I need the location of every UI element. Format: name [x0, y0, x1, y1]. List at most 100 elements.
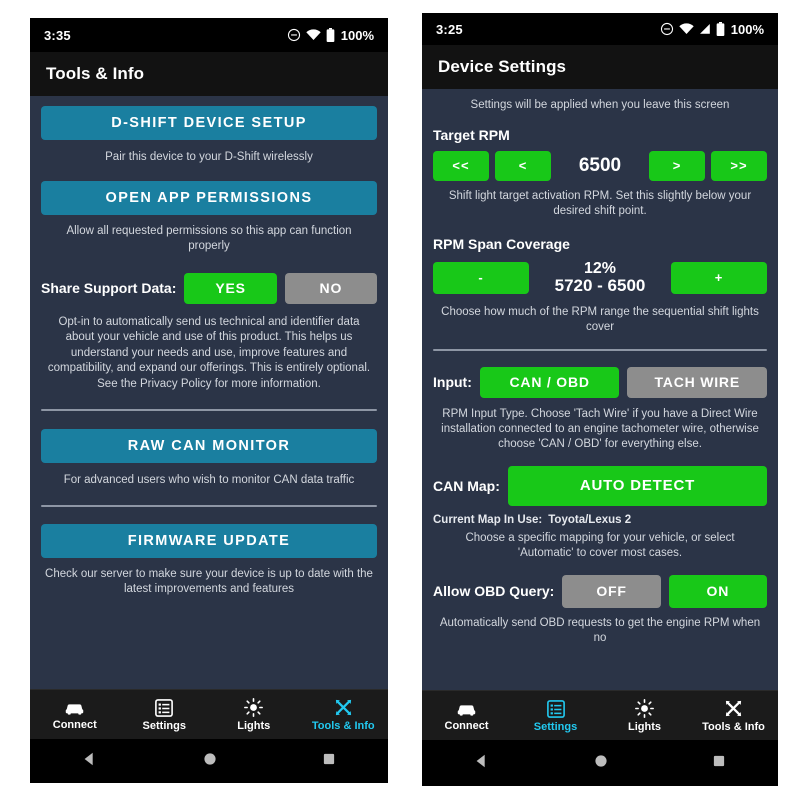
can-map-hint: Choose a specific mapping for your vehic…: [465, 531, 735, 559]
right-battery-percent: 100%: [730, 21, 764, 37]
right-status-bar: 3:25 100%: [422, 13, 778, 45]
dnd-icon: [660, 22, 674, 36]
left-screen-content: D-SHIFT DEVICE SETUP Pair this device to…: [30, 96, 388, 689]
allow-obd-query-off-button[interactable]: OFF: [562, 574, 661, 608]
right-android-nav-bar: [422, 740, 778, 786]
can-map-row: CAN Map: AUTO DETECT: [433, 465, 767, 506]
device-setup-hint: Pair this device to your D-Shift wireles…: [105, 151, 313, 163]
target-rpm-fast-decrease-button[interactable]: <<: [433, 150, 489, 181]
dnd-icon: [287, 28, 301, 42]
input-type-tach-wire-button[interactable]: TACH WIRE: [627, 366, 767, 398]
nav-item-lights[interactable]: Lights: [209, 690, 299, 739]
nav-item-connect[interactable]: Connect: [30, 690, 120, 739]
brightness-sun-icon: [635, 699, 654, 718]
target-rpm-value: 6500: [578, 154, 622, 176]
right-status-icons: 100%: [660, 22, 764, 37]
list-settings-icon: [546, 699, 565, 718]
wifi-icon: [679, 23, 694, 35]
brightness-sun-icon: [244, 698, 264, 717]
current-map-value: Toyota/Lexus 2: [548, 513, 632, 526]
share-support-paragraph: Opt-in to automatically send us technica…: [47, 315, 371, 390]
car-icon: [64, 700, 85, 716]
rpm-span-value: 12% 5720 - 6500: [535, 260, 665, 296]
nav-item-settings[interactable]: Settings: [120, 690, 210, 739]
page-title: Device Settings: [438, 57, 567, 76]
firmware-hint: Check our server to make sure your devic…: [45, 568, 373, 596]
rpm-span-stepper: - 12% 5720 - 6500 +: [433, 260, 767, 296]
nav-item-tools-and-info[interactable]: Tools & Info: [689, 691, 778, 740]
rpm-span-label: RPM Span Coverage: [433, 235, 570, 252]
nav-label-lights: Lights: [628, 721, 661, 733]
left-bottom-nav: Connect Settings Lights Tools & Info: [30, 689, 388, 739]
rpm-span-increase-button[interactable]: +: [671, 261, 767, 294]
input-type-hint: RPM Input Type. Choose 'Tach Wire' if yo…: [441, 407, 759, 450]
nav-label-tools-and-info: Tools & Info: [311, 720, 375, 732]
left-status-clock: 3:35: [44, 27, 71, 43]
nav-label-connect: Connect: [52, 718, 97, 731]
right-status-clock: 3:25: [436, 21, 463, 37]
rpm-span-percent: 12%: [583, 259, 617, 277]
nav-label-lights: Lights: [237, 720, 271, 732]
raw-can-monitor-button[interactable]: RAW CAN MONITOR: [41, 429, 377, 464]
settings-apply-banner: Settings will be applied when you leave …: [470, 99, 730, 111]
can-map-auto-detect-button[interactable]: AUTO DETECT: [507, 465, 767, 506]
android-home-icon[interactable]: [592, 752, 610, 775]
allow-obd-query-row: Allow OBD Query: OFF ON: [433, 574, 768, 608]
left-android-nav-bar: [30, 739, 388, 783]
open-app-permissions-button[interactable]: OPEN APP PERMISSIONS: [41, 180, 377, 215]
rpm-span-range: 5720 - 6500: [554, 276, 646, 296]
left-battery-percent: 100%: [340, 27, 374, 43]
android-back-icon[interactable]: [81, 750, 99, 773]
allow-obd-query-hint: Automatically send OBD requests to get t…: [439, 616, 761, 644]
list-settings-icon: [155, 698, 174, 717]
page-title: Tools & Info: [46, 64, 145, 83]
nav-item-settings[interactable]: Settings: [511, 691, 600, 740]
current-map-in-use-row: Current Map In Use: Toyota/Lexus 2: [433, 514, 767, 526]
nav-label-settings: Settings: [533, 720, 578, 733]
permissions-hint: Allow all requested permissions so this …: [66, 224, 352, 252]
battery-icon: [326, 28, 335, 42]
android-recents-icon[interactable]: [711, 753, 727, 774]
d-shift-device-setup-button[interactable]: D-SHIFT DEVICE SETUP: [41, 106, 377, 140]
input-type-row: Input: CAN / OBD TACH WIRE: [433, 366, 767, 398]
firmware-update-button[interactable]: FIRMWARE UPDATE: [41, 524, 377, 559]
nav-item-tools-and-info[interactable]: Tools & Info: [299, 690, 389, 739]
left-app-bar: Tools & Info: [30, 52, 388, 96]
right-bottom-nav: Connect Settings Lights Tools & Info: [422, 690, 778, 740]
right-screen-content: Settings will be applied when you leave …: [422, 89, 778, 690]
target-rpm-increase-button[interactable]: >: [649, 150, 705, 181]
android-home-icon[interactable]: [201, 750, 219, 773]
phone-right-device-settings: 3:25 100% Device Settings Settings will …: [422, 13, 778, 786]
allow-obd-query-on-button[interactable]: ON: [668, 574, 768, 608]
current-map-label: Current Map In Use:: [433, 513, 543, 526]
raw-can-hint: For advanced users who wish to monitor C…: [63, 474, 355, 487]
target-rpm-hint: Shift light target activation RPM. Set t…: [448, 189, 752, 217]
cell-signal-icon: [699, 23, 711, 35]
left-status-bar: 3:35 100%: [30, 18, 388, 52]
target-rpm-decrease-button[interactable]: <: [495, 150, 551, 181]
car-icon: [456, 701, 477, 717]
input-type-can-obd-button[interactable]: CAN / OBD: [479, 366, 620, 398]
target-rpm-fast-increase-button[interactable]: >>: [711, 150, 767, 181]
share-support-yes-button[interactable]: YES: [184, 272, 277, 304]
share-support-no-button[interactable]: NO: [284, 272, 378, 304]
android-recents-icon[interactable]: [321, 751, 337, 772]
screenshot-canvas: 3:35 100% Tools & Info D-SHIFT DEVICE SE…: [0, 0, 800, 800]
phone-left-tools-and-info: 3:35 100% Tools & Info D-SHIFT DEVICE SE…: [30, 18, 388, 783]
tools-hammer-wrench-icon: [334, 698, 353, 717]
nav-label-tools-and-info: Tools & Info: [702, 721, 765, 733]
wifi-icon: [306, 29, 321, 41]
target-rpm-stepper: << < 6500 > >>: [433, 150, 767, 181]
nav-item-connect[interactable]: Connect: [422, 691, 511, 740]
right-app-bar: Device Settings: [422, 45, 778, 89]
can-map-label: CAN Map:: [433, 477, 500, 494]
share-support-data-label: Share Support Data:: [41, 280, 177, 297]
nav-item-lights[interactable]: Lights: [600, 691, 689, 740]
rpm-span-decrease-button[interactable]: -: [433, 261, 529, 294]
android-back-icon[interactable]: [473, 752, 491, 775]
nav-label-settings: Settings: [142, 719, 186, 732]
nav-label-connect: Connect: [444, 719, 489, 732]
battery-icon: [716, 22, 725, 36]
rpm-span-hint: Choose how much of the RPM range the seq…: [441, 306, 759, 334]
tools-hammer-wrench-icon: [724, 699, 743, 718]
